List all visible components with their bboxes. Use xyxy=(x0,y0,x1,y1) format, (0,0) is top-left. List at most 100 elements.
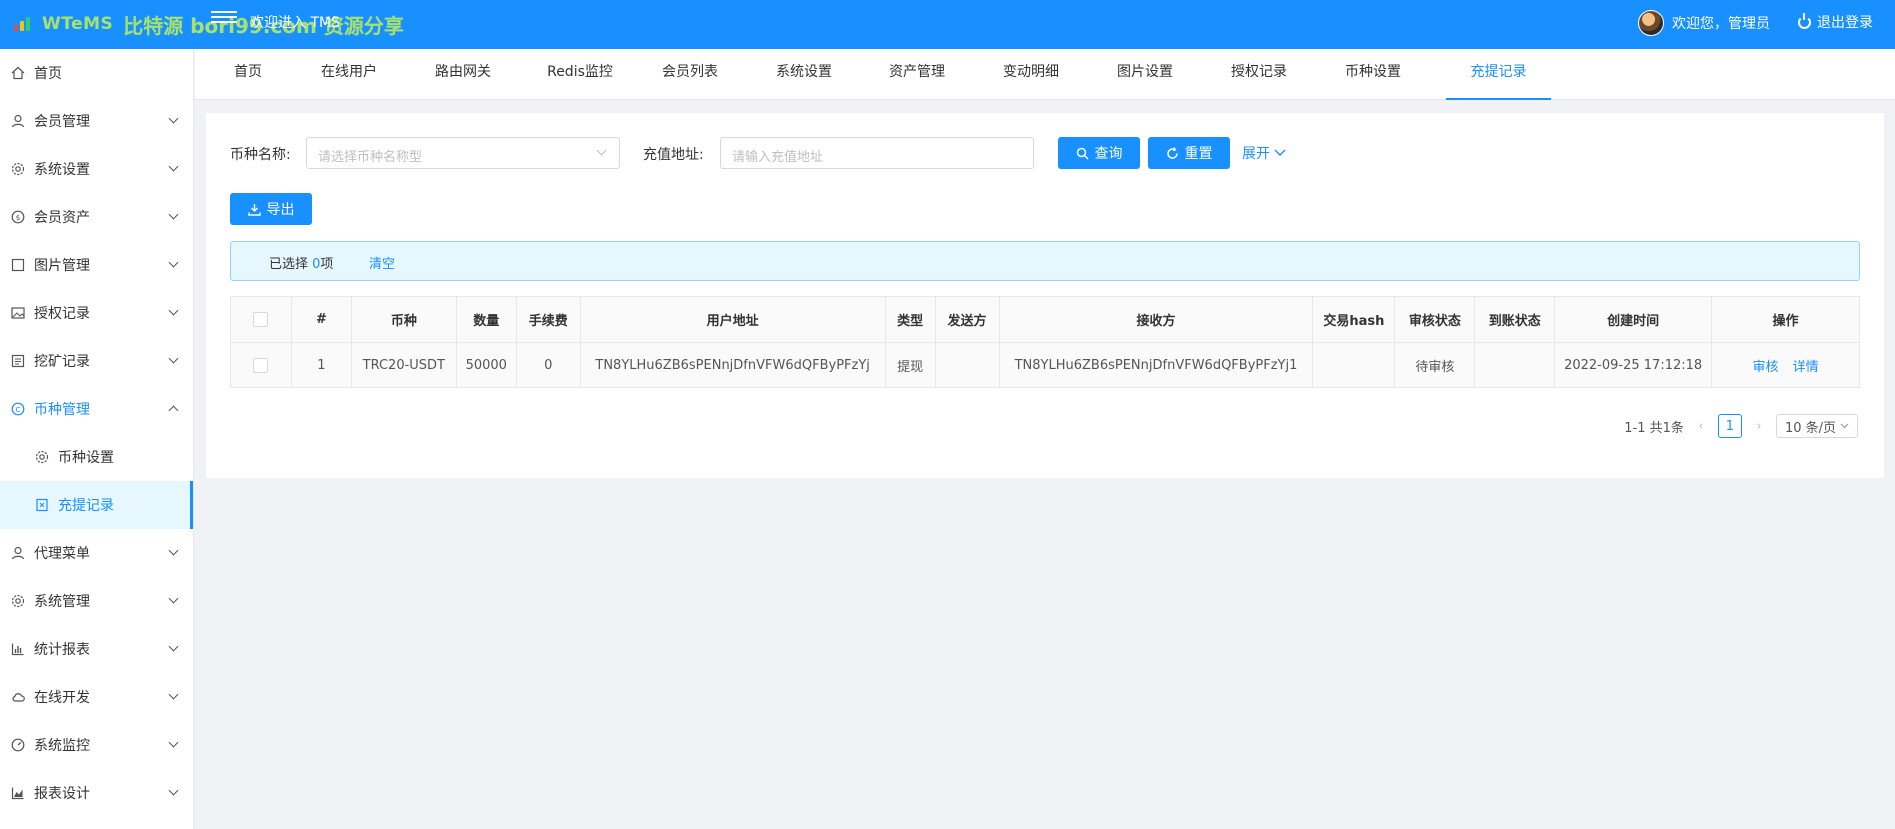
chevron-down-icon xyxy=(168,305,179,316)
sidebar-item-label: 授权记录 xyxy=(34,306,90,322)
chevron-left-icon[interactable]: ‹ xyxy=(1694,419,1708,434)
reset-button[interactable]: 重置 xyxy=(1148,137,1230,169)
top-bar: WTeMS 比特源 bori99.com 资源分享 欢迎进入 TMS 欢迎您，管… xyxy=(0,0,1895,49)
address-label: 充值地址: xyxy=(643,147,704,163)
column-header: 币种 xyxy=(350,296,457,343)
row-audit-status: 待审核 xyxy=(1394,342,1476,388)
tab-image-settings[interactable]: 图片设置 xyxy=(1105,49,1185,100)
logout-button[interactable]: 退出登录 xyxy=(1798,12,1873,32)
export-label: 导出 xyxy=(266,202,295,218)
clear-selection-link[interactable]: 清空 xyxy=(369,253,395,272)
address-input[interactable]: 请输入充值地址 xyxy=(720,137,1034,169)
sidebar-item-label: 系统管理 xyxy=(34,594,90,610)
sidebar-item-label: 系统监控 xyxy=(34,738,90,754)
record-icon xyxy=(34,497,50,513)
coin-icon: $ xyxy=(10,209,26,225)
bar-chart-icon xyxy=(10,641,26,657)
sidebar-item-system-management[interactable]: 系统管理 xyxy=(0,577,193,625)
logo-icon xyxy=(14,15,36,33)
sidebar-item-statistics[interactable]: 统计报表 xyxy=(0,625,193,673)
tab-home[interactable]: 首页 xyxy=(215,49,281,100)
row-created-at: 2022-09-25 17:12:18 xyxy=(1554,342,1713,388)
chevron-down-icon xyxy=(168,641,179,652)
row-amount: 50000 xyxy=(455,342,517,388)
sidebar-item-mining-records[interactable]: 挖矿记录 xyxy=(0,337,193,385)
row-checkbox[interactable] xyxy=(253,357,269,373)
logo: WTeMS 比特源 bori99.com 资源分享 xyxy=(14,9,404,39)
sidebar-item-coin-management[interactable]: C 币种管理 xyxy=(0,385,193,433)
row-fee: 0 xyxy=(515,342,581,388)
chevron-down-icon xyxy=(168,545,179,556)
sidebar-item-report-design[interactable]: 报表设计 xyxy=(0,769,193,817)
main-panel: 币种名称: 请选择币种名称型 充值地址: 请输入充值地址 查询 重置 展开 导出… xyxy=(206,113,1884,478)
expand-link[interactable]: 展开 xyxy=(1242,143,1286,163)
tab-route-gateway[interactable]: 路由网关 xyxy=(423,49,503,100)
page-current[interactable]: 1 xyxy=(1717,414,1742,438)
tab-coin-settings[interactable]: 币种设置 xyxy=(1333,49,1413,100)
svg-text:$: $ xyxy=(16,214,20,222)
sidebar-item-home[interactable]: 首页 xyxy=(0,49,193,97)
sidebar-item-label: 统计报表 xyxy=(34,642,90,658)
row-tx-hash xyxy=(1312,342,1396,388)
page-size-select[interactable]: 10 条/页 xyxy=(1775,414,1858,438)
sidebar-item-label: 会员管理 xyxy=(34,114,90,130)
coin-name-select[interactable]: 请选择币种名称型 xyxy=(306,137,620,169)
chevron-right-icon[interactable]: › xyxy=(1752,419,1766,434)
chevron-down-icon xyxy=(168,113,179,124)
chevron-down-icon xyxy=(168,209,179,220)
pagination-summary: 1-1 共1条 xyxy=(1624,420,1684,436)
export-button[interactable]: 导出 xyxy=(230,193,312,225)
query-button[interactable]: 查询 xyxy=(1058,137,1140,169)
tab-asset-management[interactable]: 资产管理 xyxy=(877,49,957,100)
gauge-icon xyxy=(10,737,26,753)
column-header: 发送方 xyxy=(934,296,1000,343)
sidebar-item-label: 币种设置 xyxy=(58,450,114,466)
sidebar-item-auth-records[interactable]: 授权记录 xyxy=(0,289,193,337)
row-coin: TRC20-USDT xyxy=(350,342,457,388)
sidebar-item-image-management[interactable]: 图片管理 xyxy=(0,241,193,289)
sidebar-item-label: 报表设计 xyxy=(34,786,90,802)
sidebar-item-deposit-withdraw-records[interactable]: 充提记录 xyxy=(0,481,193,529)
sidebar-item-member-assets[interactable]: $ 会员资产 xyxy=(0,193,193,241)
tab-online-users[interactable]: 在线用户 xyxy=(309,49,389,100)
sidebar-item-agent-menu[interactable]: 代理菜单 xyxy=(0,529,193,577)
records-table: # 币种 数量 手续费 用户地址 类型 发送方 接收方 交易hash 审核状态 … xyxy=(230,296,1860,388)
gear-icon xyxy=(34,449,50,465)
row-arrival-status xyxy=(1474,342,1556,388)
table-row[interactable]: 1 TRC20-USDT 50000 0 TN8YLHu6ZB6sPENnjDf… xyxy=(230,342,1860,388)
sidebar-item-system-monitor[interactable]: 系统监控 xyxy=(0,721,193,769)
pagination: 1-1 共1条 ‹ 1 › 10 条/页 xyxy=(1624,414,1858,438)
column-header: # xyxy=(290,296,352,343)
sidebar-item-label: 充提记录 xyxy=(58,498,114,514)
column-header: 审核状态 xyxy=(1394,296,1476,343)
row-select-cell xyxy=(230,342,292,388)
select-all-checkbox[interactable] xyxy=(253,312,269,327)
tab-deposit-withdraw-records[interactable]: 充提记录 xyxy=(1446,49,1551,100)
tab-system-settings[interactable]: 系统设置 xyxy=(764,49,844,100)
chevron-up-icon xyxy=(168,405,179,416)
tab-change-details[interactable]: 变动明细 xyxy=(991,49,1071,100)
tab-member-list[interactable]: 会员列表 xyxy=(650,49,730,100)
table-header-row: # 币种 数量 手续费 用户地址 类型 发送方 接收方 交易hash 审核状态 … xyxy=(230,296,1860,343)
audit-link[interactable]: 审核 xyxy=(1752,360,1778,375)
menu-toggle-icon[interactable] xyxy=(211,8,237,28)
gear-icon xyxy=(10,161,26,177)
user-greeting: 欢迎您，管理员 xyxy=(1672,16,1770,32)
sidebar-item-system-settings[interactable]: 系统设置 xyxy=(0,145,193,193)
list-icon xyxy=(10,353,26,369)
row-index: 1 xyxy=(290,342,352,388)
user-menu[interactable]: 欢迎您，管理员 xyxy=(1638,10,1770,36)
cloud-icon xyxy=(10,689,26,705)
currency-icon: C xyxy=(10,401,26,417)
sidebar-item-label: 图片管理 xyxy=(34,258,90,274)
tab-auth-records[interactable]: 授权记录 xyxy=(1219,49,1299,100)
tab-redis-monitor[interactable]: Redis监控 xyxy=(535,49,625,100)
avatar[interactable] xyxy=(1638,10,1664,36)
sidebar-item-member-management[interactable]: 会员管理 xyxy=(0,97,193,145)
column-header: 用户地址 xyxy=(579,296,886,343)
sidebar-item-online-dev[interactable]: 在线开发 xyxy=(0,673,193,721)
sidebar-item-coin-settings[interactable]: 币种设置 xyxy=(0,433,193,481)
row-user-address: TN8YLHu6ZB6sPENnjDfnVFW6dQFByPFzYj xyxy=(579,342,886,388)
detail-link[interactable]: 详情 xyxy=(1793,360,1819,375)
chevron-down-icon xyxy=(168,353,179,364)
